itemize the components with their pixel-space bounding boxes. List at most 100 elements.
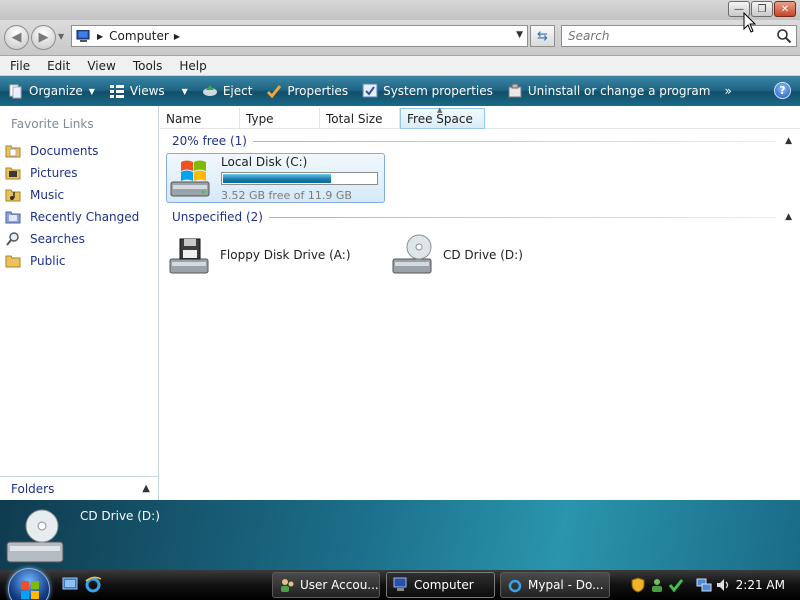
group-divider (252, 140, 776, 142)
column-header-type[interactable]: Type (240, 108, 320, 129)
documents-folder-icon (5, 145, 21, 158)
system-properties-button[interactable]: System properties (354, 76, 499, 106)
caption-buttons: — ❐ ✕ (728, 1, 796, 17)
group-label: Unspecified (2) (172, 210, 263, 224)
close-button[interactable]: ✕ (774, 1, 796, 17)
favorite-link-music[interactable]: Music (5, 184, 155, 206)
navigation-pane: Favorite Links Documents Pictures Music … (0, 106, 159, 500)
back-arrow-icon: ◀ (11, 30, 22, 45)
breadcrumb-separator-icon[interactable]: ▶ (174, 32, 180, 41)
organize-dropdown-icon: ▼ (88, 86, 95, 96)
help-button[interactable]: ? (774, 82, 791, 99)
volume-icon[interactable] (715, 577, 731, 593)
system-tray (630, 570, 731, 600)
cd-drive-icon (392, 234, 432, 274)
address-bar[interactable]: ▶ Computer ▶ ▼ (71, 25, 528, 47)
breadcrumb-computer[interactable]: Computer (109, 29, 169, 43)
eject-button[interactable]: Eject (194, 76, 259, 106)
drive-local-disk-c[interactable]: Local Disk (C:) 3.52 GB free of 11.9 GB (166, 153, 385, 203)
computer-icon (393, 577, 407, 591)
folders-toggle[interactable]: Folders ▲ (0, 476, 158, 500)
favorite-link-label: Searches (30, 232, 85, 246)
taskbar-clock[interactable]: 2:21 AM (736, 578, 785, 592)
column-header-free-space[interactable]: ▲ Free Space (400, 106, 485, 129)
forward-button[interactable]: ▶ (31, 25, 56, 50)
favorite-link-public[interactable]: Public (5, 250, 155, 272)
menu-help[interactable]: Help (169, 59, 213, 73)
start-button[interactable] (8, 568, 50, 600)
properties-button[interactable]: Properties (258, 76, 354, 106)
disk-usage-bar (221, 171, 378, 185)
organize-icon (9, 84, 22, 99)
user-accounts-icon (281, 579, 294, 592)
organize-label: Organize (29, 84, 83, 98)
music-folder-icon (5, 189, 21, 202)
system-properties-icon (362, 83, 378, 98)
organize-button[interactable]: Organize ▼ (0, 76, 101, 106)
public-folder-icon (5, 255, 21, 268)
drive-cd-d[interactable]: CD Drive (D:) (389, 230, 589, 280)
show-desktop-icon[interactable] (61, 575, 79, 593)
more-commands-button[interactable]: » (716, 76, 737, 106)
menu-edit[interactable]: Edit (37, 59, 77, 73)
windows-defender-icon[interactable] (668, 577, 684, 593)
group-label: 20% free (1) (172, 134, 247, 148)
menu-bar: File Edit View Tools Help (0, 56, 800, 76)
drive-name: CD Drive (D:) (443, 248, 523, 262)
favorite-link-label: Documents (30, 144, 99, 158)
views-dropdown-icon[interactable]: ▼ (182, 87, 188, 96)
forward-arrow-icon: ▶ (38, 30, 49, 45)
windows-hard-drive-icon (170, 160, 210, 197)
chevron-up-icon[interactable]: ▲ (780, 136, 792, 146)
views-button[interactable]: Views ▼ (101, 76, 194, 106)
user-status-icon[interactable] (649, 577, 665, 593)
favorite-link-label: Recently Changed (30, 210, 140, 224)
taskbar-button-label: User Accou... (300, 578, 379, 592)
search-icon[interactable] (776, 28, 792, 44)
taskbar-button-label: Computer (414, 578, 474, 592)
address-dropdown-icon[interactable]: ▼ (516, 30, 523, 40)
column-header-total-size[interactable]: Total Size (320, 108, 400, 129)
favorite-links-heading: Favorite Links (11, 117, 94, 131)
address-toolbar: ◀ ▶ ▼ ▶ Computer ▶ ▼ ⇆ (0, 20, 800, 56)
breadcrumb-separator-icon[interactable]: ▶ (97, 32, 103, 41)
uninstall-program-button[interactable]: Uninstall or change a program (499, 76, 717, 106)
favorite-link-pictures[interactable]: Pictures (5, 162, 155, 184)
chevron-up-icon[interactable]: ▲ (780, 212, 792, 222)
security-shield-icon[interactable] (630, 577, 646, 593)
disk-usage-fill (223, 173, 331, 183)
checkmark-icon (267, 85, 282, 99)
favorite-link-recently-changed[interactable]: Recently Changed (5, 206, 155, 228)
views-label: Views (129, 84, 165, 98)
column-header-label: Type (246, 111, 274, 126)
favorite-link-documents[interactable]: Documents (5, 140, 155, 162)
computer-icon (76, 29, 90, 42)
taskbar-button-user-accounts[interactable]: User Accou... (272, 572, 380, 598)
menu-tools[interactable]: Tools (123, 59, 170, 73)
taskbar-button-mypal[interactable]: Mypal - Do... (500, 572, 610, 598)
recent-pages-dropdown[interactable]: ▼ (58, 32, 64, 41)
drive-floppy-a[interactable]: Floppy Disk Drive (A:) (166, 230, 376, 280)
recently-changed-folder-icon (5, 211, 21, 224)
menu-file[interactable]: File (0, 59, 37, 73)
sort-ascending-icon: ▲ (437, 106, 443, 114)
command-bar: Organize ▼ Views ▼ Eject Properties Syst… (0, 76, 800, 106)
views-icon (109, 85, 124, 98)
taskbar-button-computer[interactable]: Computer (386, 572, 495, 598)
group-header-free[interactable]: 20% free (1) ▲ (172, 133, 792, 149)
refresh-button[interactable]: ⇆ (530, 25, 555, 47)
column-header-label: Name (166, 111, 202, 126)
drive-name: Floppy Disk Drive (A:) (220, 248, 351, 262)
favorite-link-searches[interactable]: Searches (5, 228, 155, 250)
search-box[interactable] (561, 25, 797, 47)
column-header-label: Total Size (326, 111, 383, 126)
network-icon[interactable] (696, 577, 712, 593)
favorite-link-label: Public (30, 254, 66, 268)
browser-icon (508, 579, 522, 593)
internet-explorer-icon[interactable] (84, 575, 102, 593)
group-header-unspecified[interactable]: Unspecified (2) ▲ (172, 209, 792, 225)
back-button[interactable]: ◀ (4, 25, 29, 50)
menu-view[interactable]: View (77, 59, 122, 73)
searches-magnifier-icon (6, 232, 19, 246)
column-header-name[interactable]: Name (160, 108, 240, 129)
